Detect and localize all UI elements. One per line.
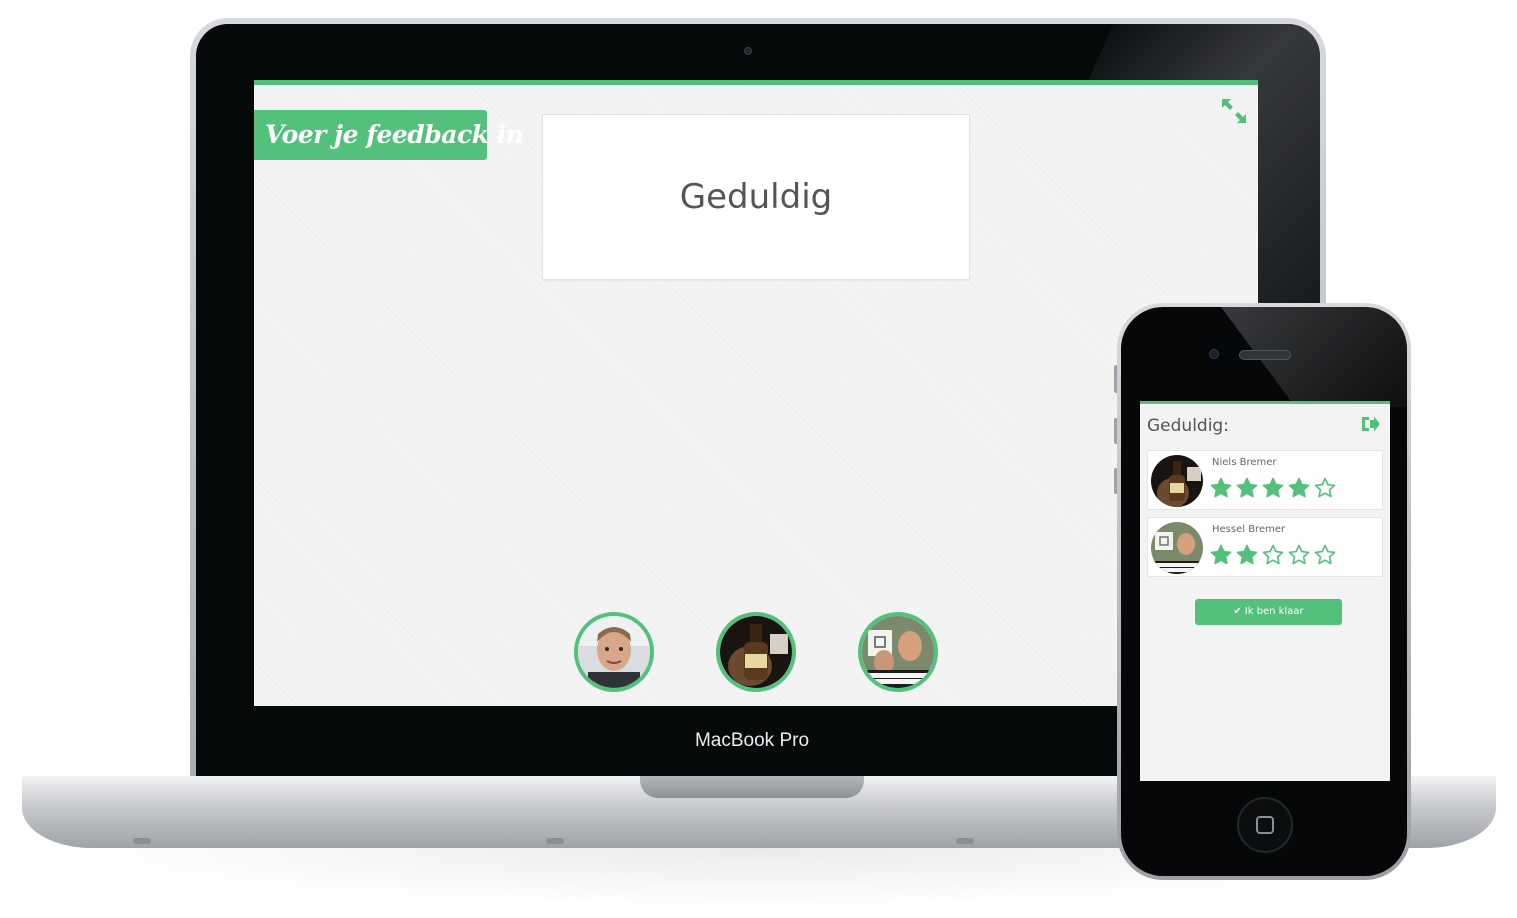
rating-card: Niels Bremer xyxy=(1147,450,1383,510)
star-rating[interactable] xyxy=(1210,477,1336,499)
star-filled-icon[interactable] xyxy=(1210,477,1232,499)
laptop-notch xyxy=(640,776,864,798)
device-mockup: Voer je feedback in Geduldig MacBook Pro… xyxy=(0,0,1517,918)
speaker-grille xyxy=(1239,350,1291,360)
rating-avatar xyxy=(1151,522,1203,574)
laptop-foot xyxy=(956,838,974,844)
word-card-text: Geduldig xyxy=(679,177,833,217)
phone-title: Geduldig: xyxy=(1147,416,1229,436)
done-button-label: Ik ben klaar xyxy=(1244,606,1304,617)
person-with-bottle-photo-icon xyxy=(1151,455,1203,507)
laptop-screen: Voer je feedback in Geduldig xyxy=(254,80,1258,706)
star-rating[interactable] xyxy=(1210,544,1336,566)
avatar-1[interactable] xyxy=(574,612,654,692)
word-card: Geduldig xyxy=(542,114,970,280)
rating-avatar xyxy=(1151,455,1203,507)
avatar-row xyxy=(574,612,938,692)
star-empty-icon[interactable] xyxy=(1262,544,1284,566)
home-square-icon xyxy=(1256,816,1274,834)
done-button[interactable]: ✔ Ik ben klaar xyxy=(1195,599,1342,625)
logout-icon[interactable] xyxy=(1360,415,1380,433)
person-with-bottle-photo-icon xyxy=(720,616,792,688)
rating-name: Hessel Bremer xyxy=(1212,524,1286,535)
star-empty-icon[interactable] xyxy=(1314,544,1336,566)
phone-screen: Geduldig: Niels Bremer Hessel Bremer ✔ I… xyxy=(1140,401,1390,781)
webcam-icon xyxy=(744,47,752,55)
front-camera-icon xyxy=(1209,349,1219,359)
star-filled-icon[interactable] xyxy=(1288,477,1310,499)
rating-name: Niels Bremer xyxy=(1212,457,1277,468)
people-with-sign-photo-icon xyxy=(1151,522,1203,574)
laptop-brand-label: MacBook Pro xyxy=(694,730,810,751)
star-empty-icon[interactable] xyxy=(1288,544,1310,566)
avatar-2[interactable] xyxy=(716,612,796,692)
rating-card: Hessel Bremer xyxy=(1147,517,1383,577)
person-photo-icon xyxy=(578,616,650,688)
laptop-foot xyxy=(133,838,151,844)
people-with-sign-photo-icon xyxy=(862,616,934,688)
laptop-foot xyxy=(546,838,564,844)
star-filled-icon[interactable] xyxy=(1236,477,1258,499)
star-filled-icon[interactable] xyxy=(1262,477,1284,499)
avatar-3[interactable] xyxy=(858,612,938,692)
check-icon: ✔ xyxy=(1233,606,1242,617)
expand-icon[interactable] xyxy=(1220,97,1248,125)
star-filled-icon[interactable] xyxy=(1210,544,1232,566)
star-filled-icon[interactable] xyxy=(1236,544,1258,566)
feedback-ribbon: Voer je feedback in xyxy=(254,110,524,160)
star-empty-icon[interactable] xyxy=(1314,477,1336,499)
